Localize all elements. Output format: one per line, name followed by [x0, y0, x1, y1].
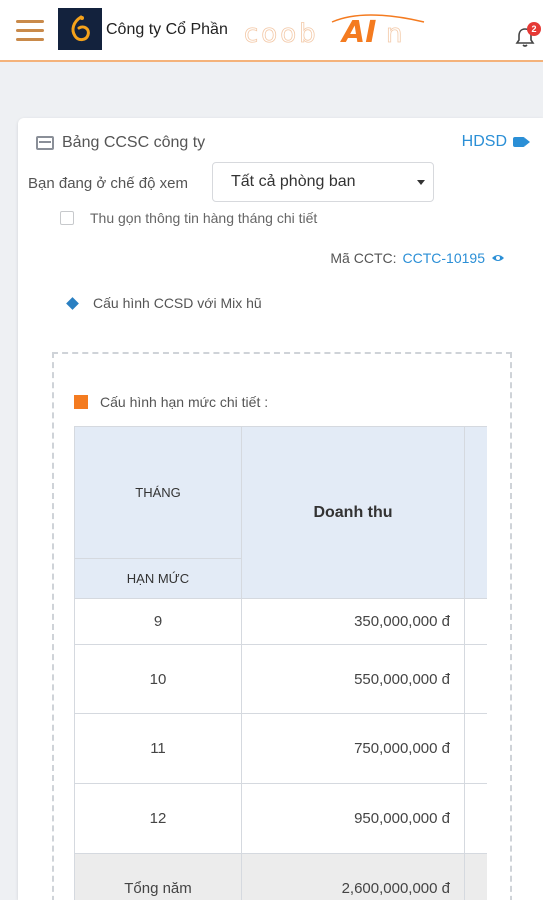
table-row: 9 350,000,000 đ: [74, 598, 487, 645]
company-logo[interactable]: [58, 8, 102, 50]
limit-config-heading: Cấu hình hạn mức chi tiết :: [74, 394, 268, 410]
limit-table-wrapper[interactable]: THÁNG Doanh thu HẠN MỨC 9 350,000,000 đ …: [74, 426, 487, 900]
empty-cell: [464, 713, 487, 784]
table-icon: [36, 136, 54, 150]
revenue-cell: 750,000,000 đ: [241, 713, 465, 784]
department-select[interactable]: Tất cả phòng ban: [212, 162, 434, 202]
total-value: 2,600,000,000 đ: [241, 853, 465, 900]
ccsc-card: Bảng CCSC công ty HDSD Bạn đang ở chế độ…: [18, 118, 543, 900]
empty-cell: [464, 783, 487, 854]
svg-text:AI: AI: [340, 15, 376, 50]
revenue-cell: 950,000,000 đ: [241, 783, 465, 854]
caret-down-icon: [417, 180, 425, 185]
collapse-checkbox[interactable]: [60, 211, 74, 225]
limit-table: THÁNG Doanh thu HẠN MỨC 9 350,000,000 đ …: [74, 426, 487, 900]
month-cell: 11: [74, 713, 242, 784]
empty-cell: [464, 598, 487, 645]
limit-config-label: Cấu hình hạn mức chi tiết :: [100, 394, 269, 410]
card-title-text: Bảng CCSC công ty: [62, 134, 206, 151]
square-bullet-icon: [74, 395, 88, 409]
help-link-text[interactable]: HDSD: [462, 133, 507, 151]
mix-config-item[interactable]: Cấu hình CCSD với Mix hũ: [66, 295, 262, 311]
month-cell: 9: [74, 598, 242, 645]
mix-config-label: Cấu hình CCSD với Mix hũ: [93, 295, 262, 311]
revenue-cell: 550,000,000 đ: [241, 644, 465, 714]
cctc-code-row: Mã CCTC: CCTC-10195: [330, 250, 505, 266]
total-row: Tổng năm 2,600,000,000 đ: [74, 853, 487, 900]
month-cell: 10: [74, 644, 242, 714]
total-label: Tổng năm: [74, 853, 242, 900]
view-mode-label: Bạn đang ở chế độ xem: [28, 175, 188, 192]
notification-badge: 2: [527, 22, 541, 36]
svg-text:coob: coob: [244, 19, 319, 49]
revenue-header: Doanh thu: [241, 426, 465, 599]
company-name: Công ty Cổ Phần: [106, 21, 228, 38]
brand-logo: coob AI n: [244, 14, 425, 50]
empty-cell: [464, 853, 487, 900]
card-title: Bảng CCSC công ty: [36, 134, 205, 152]
collapse-toggle[interactable]: Thu gọn thông tin hàng tháng chi tiết: [60, 210, 317, 226]
cctc-label: Mã CCTC:: [330, 250, 397, 266]
cctc-code-link[interactable]: CCTC-10195: [403, 250, 485, 266]
table-row: 10 550,000,000 đ: [74, 644, 487, 714]
top-bar: Công ty Cổ Phần coob AI n 2: [0, 0, 543, 62]
empty-cell: [464, 644, 487, 714]
video-camera-icon: [513, 137, 530, 147]
next-column-header: [464, 426, 487, 599]
diamond-bullet-icon: [66, 296, 79, 310]
collapse-label: Thu gọn thông tin hàng tháng chi tiết: [90, 210, 318, 226]
limit-header: HẠN MỨC: [74, 558, 242, 599]
revenue-cell: 350,000,000 đ: [241, 598, 465, 645]
table-row: 11 750,000,000 đ: [74, 713, 487, 784]
help-link[interactable]: HDSD: [462, 133, 530, 151]
department-select-value: Tất cả phòng ban: [231, 173, 356, 190]
menu-icon[interactable]: [16, 20, 44, 42]
table-row: 12 950,000,000 đ: [74, 783, 487, 854]
month-cell: 12: [74, 783, 242, 854]
svg-text:n: n: [386, 19, 402, 49]
month-header: THÁNG: [74, 426, 242, 559]
eye-icon[interactable]: [491, 253, 505, 263]
